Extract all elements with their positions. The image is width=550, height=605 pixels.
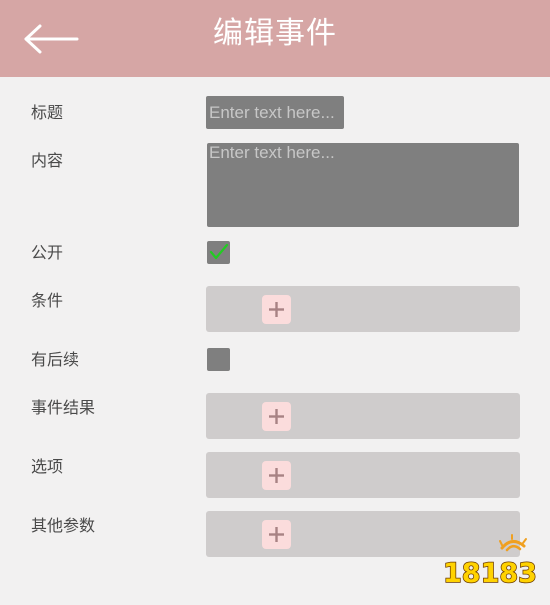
add-option-button[interactable]: [262, 461, 291, 490]
add-param-button[interactable]: [262, 520, 291, 549]
conditions-label: 条件: [31, 291, 64, 310]
page-title: 编辑事件: [213, 16, 337, 51]
svg-text:18183: 18183: [443, 558, 537, 589]
plus-icon: [269, 302, 284, 317]
results-panel: [206, 393, 520, 439]
add-condition-button[interactable]: [262, 295, 291, 324]
checkmark-icon: [209, 243, 229, 260]
watermark-logo: 18183: [440, 532, 540, 592]
title-label: 标题: [31, 103, 64, 122]
content-label: 内容: [31, 151, 64, 170]
plus-icon: [269, 527, 284, 542]
add-result-button[interactable]: [262, 402, 291, 431]
options-panel: [206, 452, 520, 498]
plus-icon: [269, 468, 284, 483]
plus-icon: [269, 409, 284, 424]
options-label: 选项: [31, 457, 64, 476]
content-input[interactable]: [207, 143, 519, 227]
has-followup-label: 有后续: [31, 350, 80, 369]
public-label: 公开: [31, 243, 64, 262]
has-followup-checkbox[interactable]: [207, 348, 230, 371]
header-bar: 编辑事件: [0, 0, 550, 77]
public-checkbox[interactable]: [207, 241, 230, 264]
conditions-panel: [206, 286, 520, 332]
title-input[interactable]: [206, 96, 344, 129]
results-label: 事件结果: [31, 398, 96, 417]
params-label: 其他参数: [31, 516, 96, 535]
